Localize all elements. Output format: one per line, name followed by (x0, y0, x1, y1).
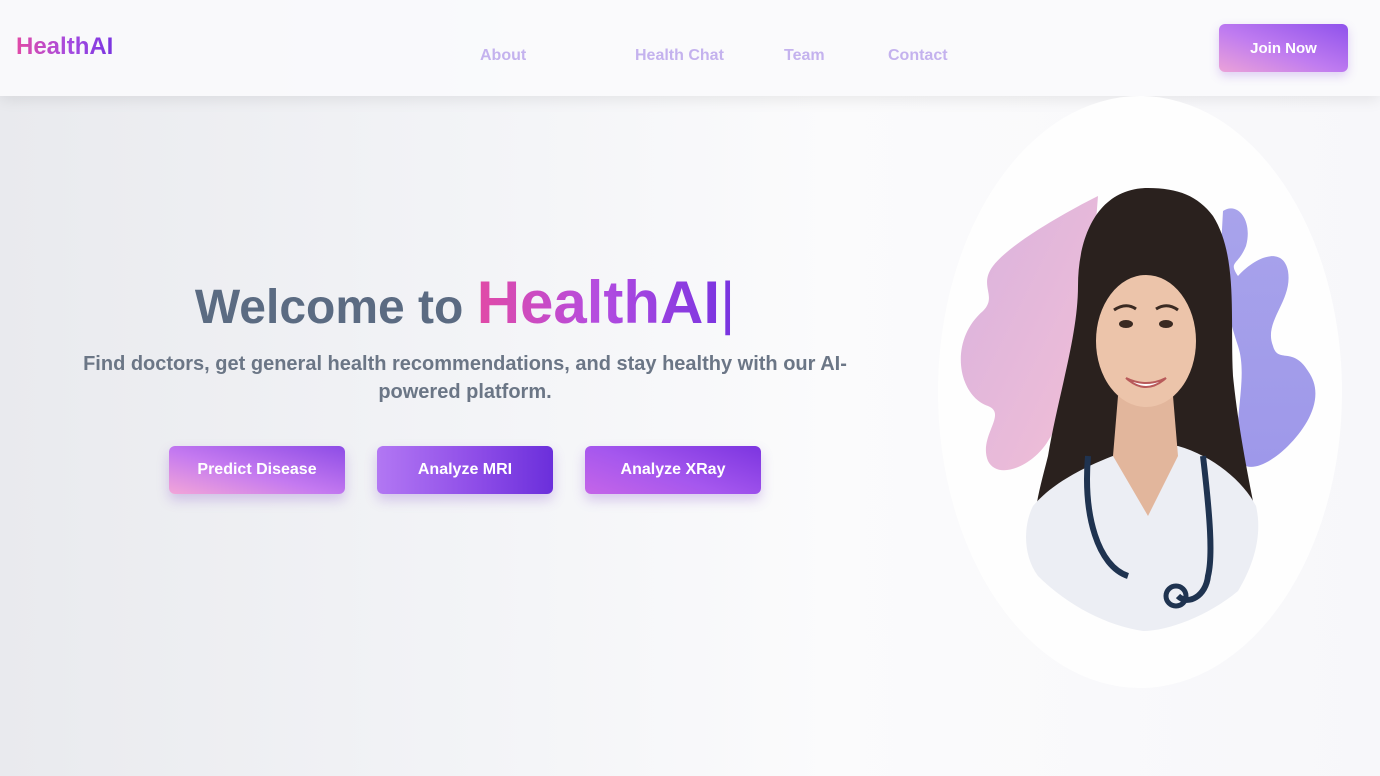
right-eye (1159, 320, 1173, 328)
hero-title-brand: HealthAI (476, 269, 721, 336)
analyze-mri-button[interactable]: Analyze MRI (377, 446, 553, 494)
typing-cursor: | (720, 271, 736, 336)
top-navbar: HealthAI About Health Chat Team Contact … (0, 0, 1380, 96)
analyze-xray-button[interactable]: Analyze XRay (585, 446, 761, 494)
join-now-button[interactable]: Join Now (1219, 24, 1348, 72)
nav-link-health-chat[interactable]: Health Chat (635, 47, 724, 65)
site-logo[interactable]: HealthAI (16, 33, 113, 61)
nav-link-team[interactable]: Team (784, 47, 825, 65)
left-eye (1119, 320, 1133, 328)
nav-link-about[interactable]: About (480, 47, 526, 65)
hero-title: Welcome to HealthAI| (0, 268, 930, 337)
nav-link-contact[interactable]: Contact (888, 47, 948, 65)
hero-subtitle: Find doctors, get general health recomme… (83, 353, 847, 403)
hero-title-prefix: Welcome to (194, 281, 464, 334)
predict-disease-button[interactable]: Predict Disease (169, 446, 345, 494)
doctor-portrait (938, 96, 1342, 688)
doctor-illustration (960, 188, 1316, 631)
